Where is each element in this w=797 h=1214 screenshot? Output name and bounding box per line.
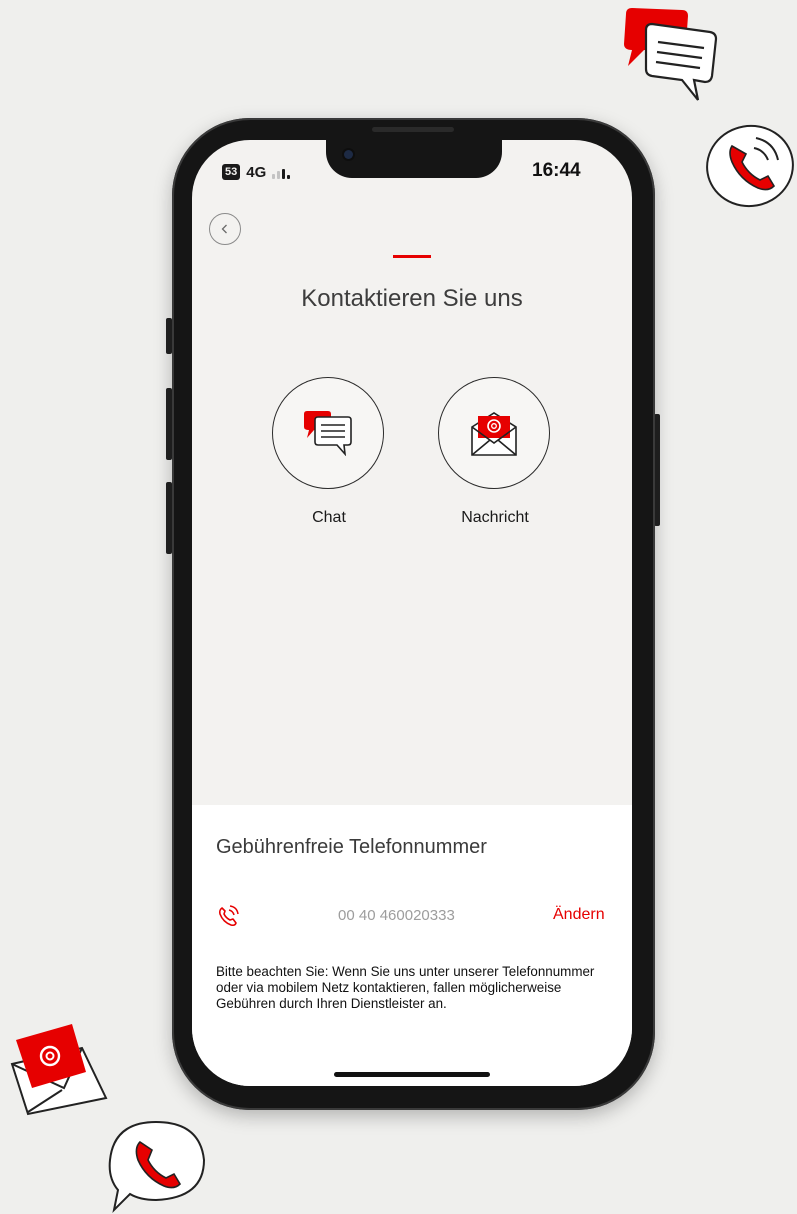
hotline-panel: Gebührenfreie Telefonnummer 00 40 460020…: [192, 805, 632, 1086]
accent-divider: [393, 255, 431, 258]
message-option-circle[interactable]: [438, 377, 550, 489]
chat-option[interactable]: Chat: [272, 377, 386, 527]
hotline-title: Gebührenfreie Telefonnummer: [216, 836, 487, 858]
chevron-left-icon: [221, 224, 227, 234]
hotline-number: 00 40 460020333: [338, 907, 455, 924]
phone-bubble-decor-icon: [108, 1120, 206, 1214]
message-option[interactable]: Nachricht: [438, 377, 552, 527]
change-number-link[interactable]: Ändern: [553, 906, 605, 924]
page-title: Kontaktieren Sie uns: [301, 285, 523, 312]
envelope-at-icon: [471, 412, 517, 456]
network-type: 4G: [246, 163, 267, 181]
back-button[interactable]: [209, 213, 241, 245]
phone-call-icon[interactable]: [216, 904, 240, 928]
chat-bubbles-icon: [304, 411, 352, 456]
phone-circle-decor-icon: [706, 124, 794, 208]
notch: [326, 140, 502, 178]
status-time: 16:44: [532, 160, 581, 181]
sim-badge: 53: [222, 164, 241, 180]
signal-strength-icon: [272, 166, 291, 179]
charges-notice: Bitte beachten Sie: Wenn Sie uns unter u…: [216, 964, 595, 1011]
message-option-label[interactable]: Nachricht: [438, 509, 552, 527]
front-camera: [344, 150, 353, 159]
phone-screen: 53 4G 16:44 Kontaktieren Sie uns Chat Na…: [192, 140, 632, 1086]
home-indicator[interactable]: [334, 1072, 490, 1077]
earpiece-speaker: [372, 127, 454, 132]
status-bar-left: 53 4G: [222, 162, 291, 182]
chat-option-label[interactable]: Chat: [272, 509, 386, 527]
chat-option-circle[interactable]: [272, 377, 384, 489]
envelope-decor-icon: [10, 1024, 108, 1116]
chat-bubbles-decor-icon: [624, 8, 718, 101]
